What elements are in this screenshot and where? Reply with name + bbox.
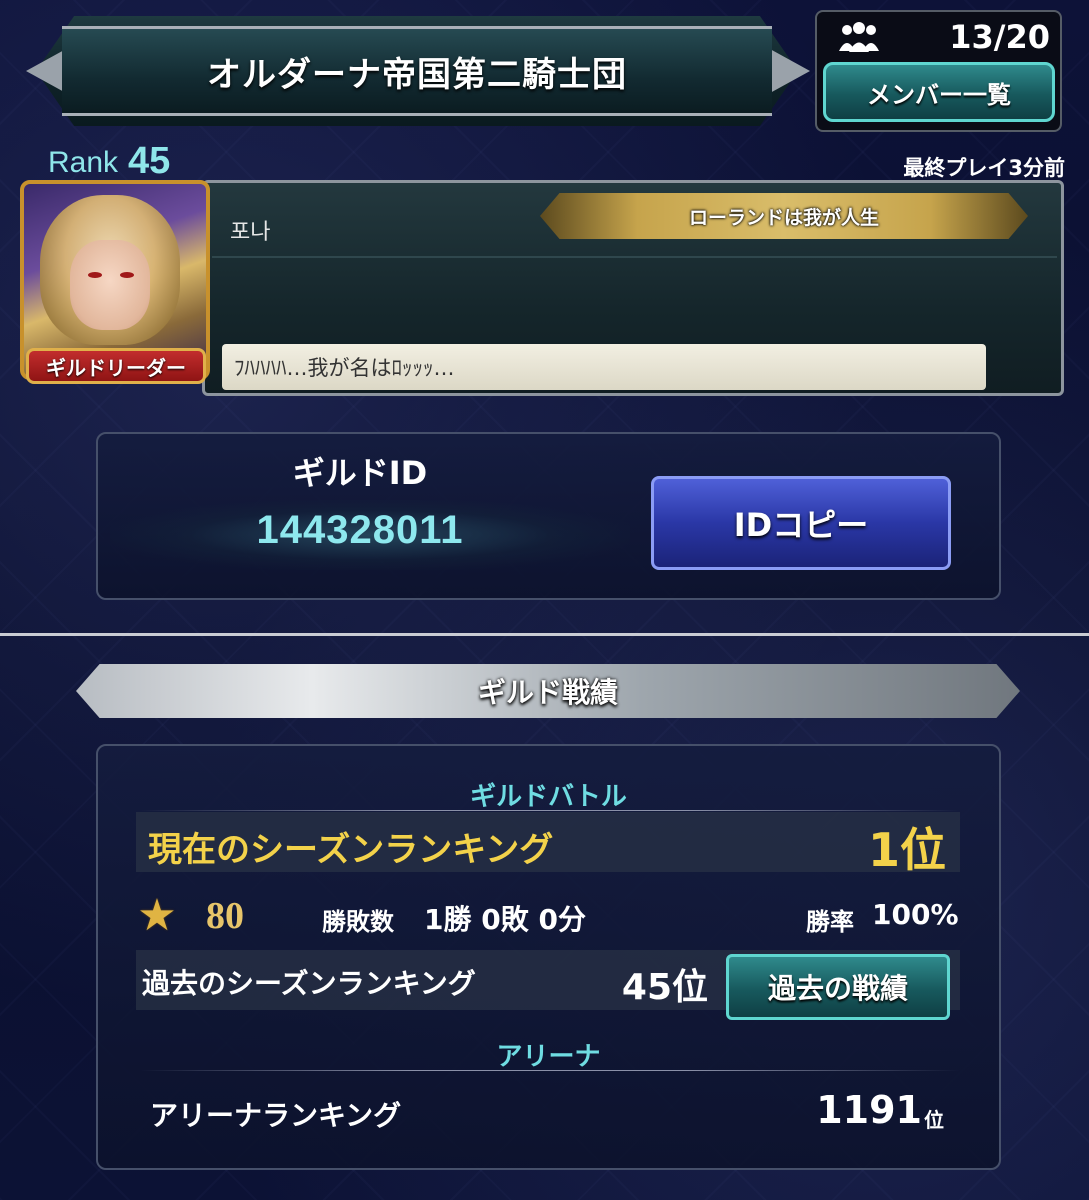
win-loss-value: 1勝 0敗 0分 bbox=[424, 903, 586, 936]
rank-label: Rank bbox=[48, 146, 119, 179]
current-season-ranking-label: 現在のシーズンランキング bbox=[148, 830, 554, 870]
past-season-ranking-value: 45位 bbox=[621, 967, 708, 1008]
group-icon bbox=[836, 20, 882, 54]
banner-left-ornament bbox=[26, 49, 66, 93]
banner-right-ornament bbox=[770, 49, 810, 93]
guild-id-label: ギルドID bbox=[292, 454, 428, 492]
arena-ranking-label: アリーナランキング bbox=[150, 1099, 402, 1132]
copy-id-button[interactable]: IDコピー bbox=[651, 476, 951, 570]
arena-ranking-unit: 位 bbox=[924, 1108, 944, 1132]
win-rate-label: 勝率 bbox=[806, 908, 854, 936]
comment-plate: ﾌﾊﾊﾊﾊ…我が名はﾛｯｯｯ… bbox=[222, 344, 986, 390]
player-title: ローランドは我が人生 bbox=[688, 206, 879, 229]
guild-id-value: 144328011 bbox=[256, 508, 464, 552]
avatar-eye-right bbox=[120, 272, 134, 278]
guild-battle-divider bbox=[140, 810, 960, 811]
rank-value: 45 bbox=[128, 140, 171, 182]
member-list-button[interactable]: メンバー一覧 bbox=[823, 62, 1055, 122]
guild-leader-badge: ギルドリーダー bbox=[26, 348, 206, 384]
guild-record-header: ギルド戦績 bbox=[76, 664, 1020, 718]
avatar-face bbox=[70, 240, 150, 330]
arena-ranking-value: 1191 bbox=[816, 1088, 922, 1132]
guild-record-title: ギルド戦績 bbox=[477, 676, 618, 709]
section-divider bbox=[0, 633, 1089, 636]
guild-battle-heading: ギルドバトル bbox=[470, 782, 627, 812]
arena-divider bbox=[140, 1070, 960, 1071]
player-title-plate: ローランドは我が人生 bbox=[540, 193, 1028, 239]
win-loss-label: 勝敗数 bbox=[322, 908, 394, 936]
guild-name: オルダーナ帝国第二騎士団 bbox=[207, 54, 627, 95]
profile-divider bbox=[212, 256, 1057, 258]
current-season-ranking-value: 1位 bbox=[867, 823, 946, 877]
guild-name-plate: オルダーナ帝国第二騎士団 bbox=[62, 26, 772, 116]
star-icon: ★ bbox=[137, 890, 177, 941]
leader-name: 포나 bbox=[230, 220, 271, 245]
last-play-time: 最終プレイ3分前 bbox=[903, 156, 1065, 180]
battle-points: 80 bbox=[206, 895, 244, 937]
arena-heading: アリーナ bbox=[496, 1042, 601, 1072]
past-records-button[interactable]: 過去の戦績 bbox=[726, 954, 950, 1020]
leader-comment: ﾌﾊﾊﾊﾊ…我が名はﾛｯｯｯ… bbox=[234, 356, 455, 380]
past-season-ranking-label: 過去のシーズンランキング bbox=[142, 967, 476, 1000]
member-count: 13/20 bbox=[949, 18, 1050, 56]
avatar-eye-left bbox=[88, 272, 102, 278]
win-rate-value: 100% bbox=[872, 898, 959, 931]
